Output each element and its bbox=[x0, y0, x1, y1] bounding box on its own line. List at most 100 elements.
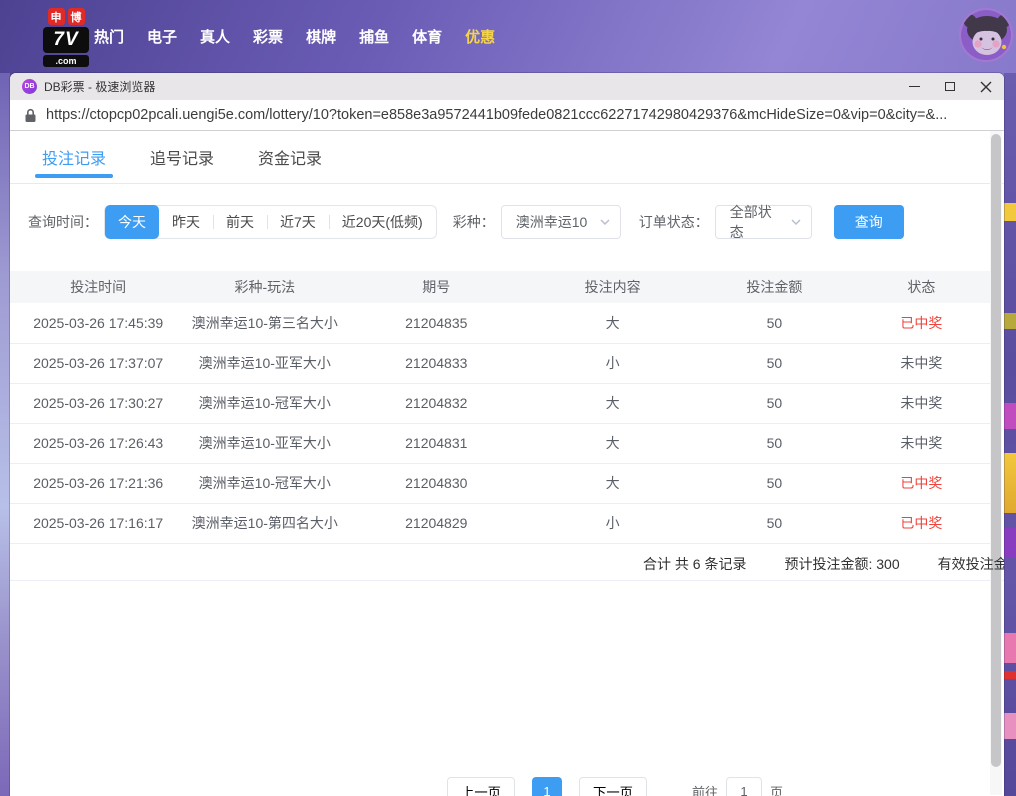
nav-item[interactable]: 优惠 bbox=[465, 26, 495, 47]
minimize-icon bbox=[909, 86, 920, 87]
nav-item[interactable]: 真人 bbox=[200, 26, 230, 47]
maximize-button[interactable] bbox=[932, 73, 968, 100]
table-row[interactable]: 2025-03-26 17:16:17 澳洲幸运10-第四名大小 2120482… bbox=[10, 503, 990, 543]
cell-bet-amount: 50 bbox=[696, 303, 853, 343]
col-game-play: 彩种-玩法 bbox=[186, 271, 343, 303]
order-status-select[interactable]: 全部状态 bbox=[715, 205, 812, 239]
lottery-filter-label: 彩种： bbox=[453, 212, 495, 232]
site-navbar: 申 博 7V .com 热门 电子 真人 彩票 棋牌 捕鱼 体育 优惠 bbox=[0, 0, 1016, 73]
avatar-illustration bbox=[961, 10, 1013, 62]
search-button[interactable]: 查询 bbox=[834, 205, 904, 239]
cell-bet-amount: 50 bbox=[696, 383, 853, 423]
cell-bet-amount: 50 bbox=[696, 423, 853, 463]
bg-blob bbox=[1004, 633, 1016, 663]
prev-page-button[interactable]: 上一页 bbox=[447, 777, 515, 796]
goto-page-input[interactable] bbox=[726, 777, 762, 796]
cell-issue: 21204830 bbox=[343, 463, 529, 503]
page-content: 投注记录追号记录资金记录 查询时间： 今天昨天前天近7天近20天(低频) 彩种：… bbox=[10, 131, 1004, 795]
bg-blob bbox=[1004, 403, 1016, 429]
nav-item[interactable]: 彩票 bbox=[253, 26, 283, 47]
chevron-down-icon bbox=[791, 219, 801, 225]
window-controls bbox=[896, 73, 1004, 100]
goto-label: 前往 bbox=[692, 782, 718, 796]
goto-page: 前往 页 bbox=[692, 777, 783, 796]
tab[interactable]: 资金记录 bbox=[258, 131, 322, 183]
browser-window: DB DB彩票 - 极速浏览器 https://ctopcp02pcali.ue… bbox=[10, 73, 1004, 796]
cell-issue: 21204829 bbox=[343, 503, 529, 543]
cell-status: 未中奖 bbox=[853, 423, 990, 463]
minimize-button[interactable] bbox=[896, 73, 932, 100]
cell-status: 未中奖 bbox=[853, 383, 990, 423]
cell-status: 已中奖 bbox=[853, 503, 990, 543]
filter-bar: 查询时间： 今天昨天前天近7天近20天(低频) 彩种： 澳洲幸运10 订单状态：… bbox=[28, 205, 1004, 239]
cell-bet-content: 大 bbox=[529, 383, 696, 423]
url-bar[interactable]: https://ctopcp02pcali.uengi5e.com/lotter… bbox=[10, 100, 1004, 131]
col-bet-time: 投注时间 bbox=[10, 271, 186, 303]
chevron-down-icon bbox=[600, 219, 610, 225]
cell-bet-amount: 50 bbox=[696, 343, 853, 383]
nav-item[interactable]: 热门 bbox=[94, 26, 124, 47]
main-nav: 热门 电子 真人 彩票 棋牌 捕鱼 体育 优惠 bbox=[94, 0, 495, 73]
record-tabs: 投注记录追号记录资金记录 bbox=[10, 131, 1004, 184]
table-row[interactable]: 2025-03-26 17:21:36 澳洲幸运10-冠军大小 21204830… bbox=[10, 463, 990, 503]
time-option[interactable]: 昨天 bbox=[159, 205, 213, 239]
time-option[interactable]: 今天 bbox=[105, 205, 159, 239]
summary-row: 合计 共 6 条记录 预计投注金额: 300 有效投注金额 bbox=[10, 544, 1004, 581]
time-option[interactable]: 前天 bbox=[213, 205, 267, 239]
site-logo[interactable]: 申 博 7V .com bbox=[42, 8, 90, 67]
close-button[interactable] bbox=[968, 73, 1004, 100]
bg-blob bbox=[1004, 313, 1016, 329]
time-option[interactable]: 近7天 bbox=[267, 205, 329, 239]
screen: 申 博 7V .com 热门 电子 真人 彩票 棋牌 捕鱼 体育 优惠 bbox=[0, 0, 1016, 796]
cell-game-play: 澳洲幸运10-冠军大小 bbox=[186, 383, 343, 423]
cell-bet-content: 小 bbox=[529, 503, 696, 543]
close-icon bbox=[980, 81, 992, 93]
lottery-select-value: 澳洲幸运10 bbox=[516, 212, 588, 232]
background-page-sliver-left bbox=[0, 73, 10, 796]
cell-game-play: 澳洲幸运10-第三名大小 bbox=[186, 303, 343, 343]
cell-bet-time: 2025-03-26 17:30:27 bbox=[10, 383, 186, 423]
bg-blob bbox=[1004, 528, 1016, 558]
table-row[interactable]: 2025-03-26 17:45:39 澳洲幸运10-第三名大小 2120483… bbox=[10, 303, 990, 343]
scrollbar-thumb[interactable] bbox=[991, 134, 1001, 767]
cell-bet-amount: 50 bbox=[696, 463, 853, 503]
table-row[interactable]: 2025-03-26 17:30:27 澳洲幸运10-冠军大小 21204832… bbox=[10, 383, 990, 423]
bg-blob bbox=[1004, 713, 1016, 739]
cell-game-play: 澳洲幸运10-亚军大小 bbox=[186, 423, 343, 463]
nav-item[interactable]: 捕鱼 bbox=[359, 26, 389, 47]
col-bet-content: 投注内容 bbox=[529, 271, 696, 303]
vertical-scrollbar[interactable] bbox=[990, 131, 1002, 795]
cell-issue: 21204835 bbox=[343, 303, 529, 343]
logo-badge-1: 申 bbox=[48, 8, 65, 25]
nav-item[interactable]: 体育 bbox=[412, 26, 442, 47]
window-title: DB彩票 - 极速浏览器 bbox=[44, 78, 155, 95]
col-issue: 期号 bbox=[343, 271, 529, 303]
cell-status: 已中奖 bbox=[853, 303, 990, 343]
cell-bet-amount: 50 bbox=[696, 503, 853, 543]
cell-game-play: 澳洲幸运10-第四名大小 bbox=[186, 503, 343, 543]
logo-brand: 7V bbox=[43, 27, 89, 53]
table-row[interactable]: 2025-03-26 17:26:43 澳洲幸运10-亚军大小 21204831… bbox=[10, 423, 990, 463]
cell-game-play: 澳洲幸运10-冠军大小 bbox=[186, 463, 343, 503]
lottery-select[interactable]: 澳洲幸运10 bbox=[501, 205, 621, 239]
time-option[interactable]: 近20天(低频) bbox=[329, 205, 436, 239]
tab[interactable]: 追号记录 bbox=[150, 131, 214, 183]
next-page-button[interactable]: 下一页 bbox=[579, 777, 647, 796]
tab[interactable]: 投注记录 bbox=[42, 131, 106, 183]
current-page-button[interactable]: 1 bbox=[532, 777, 562, 796]
bg-blob bbox=[1004, 453, 1016, 513]
maximize-icon bbox=[945, 82, 955, 91]
user-avatar[interactable] bbox=[959, 8, 1013, 62]
nav-item[interactable]: 棋牌 bbox=[306, 26, 336, 47]
cell-bet-time: 2025-03-26 17:26:43 bbox=[10, 423, 186, 463]
background-page-sliver-right bbox=[1004, 73, 1016, 796]
bg-blob bbox=[1004, 671, 1016, 679]
time-range-group: 今天昨天前天近7天近20天(低频) bbox=[104, 205, 437, 239]
col-status: 状态 bbox=[853, 271, 990, 303]
bg-blob bbox=[1004, 203, 1016, 221]
table-row[interactable]: 2025-03-26 17:37:07 澳洲幸运10-亚军大小 21204833… bbox=[10, 343, 990, 383]
col-bet-amount: 投注金额 bbox=[696, 271, 853, 303]
nav-item[interactable]: 电子 bbox=[147, 26, 177, 47]
table-header-row: 投注时间 彩种-玩法 期号 投注内容 投注金额 状态 bbox=[10, 271, 990, 303]
window-titlebar[interactable]: DB DB彩票 - 极速浏览器 bbox=[10, 73, 1004, 100]
